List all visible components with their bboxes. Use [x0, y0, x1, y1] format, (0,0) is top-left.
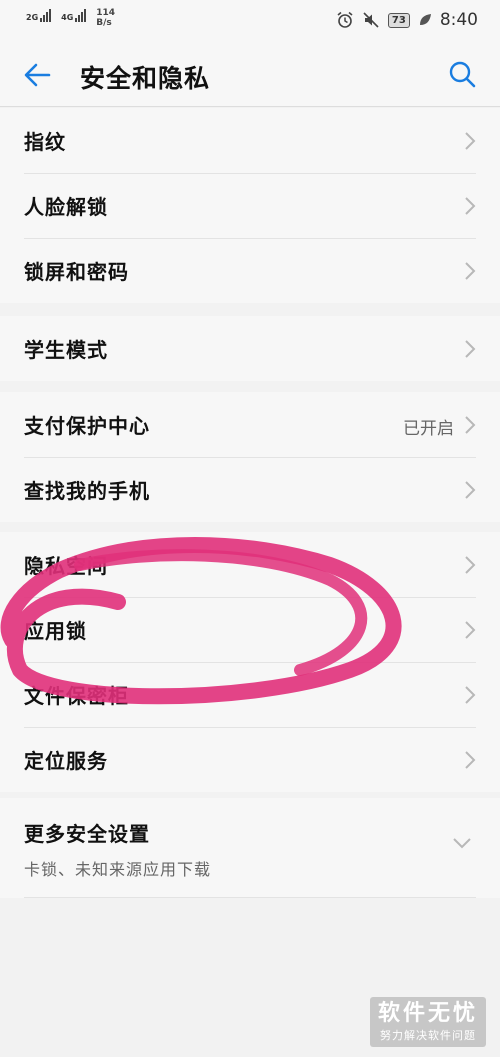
settings-item-payment-protection[interactable]: 支付保护中心 已开启 [0, 392, 500, 457]
clock: 8:40 [439, 10, 478, 30]
settings-item-face-unlock[interactable]: 人脸解锁 [0, 173, 500, 238]
chevron-right-icon [465, 481, 476, 499]
chevron-right-icon [465, 132, 476, 150]
battery-level: 73 [391, 14, 406, 26]
chevron-right-icon [465, 556, 476, 574]
group-payment-find: 支付保护中心 已开启 查找我的手机 [0, 392, 500, 522]
settings-item-label: 支付保护中心 [24, 414, 150, 438]
app-header: 安全和隐私 [0, 44, 500, 107]
group-privacy: 隐私空间 应用锁 文件保密柜 定位服务 [0, 532, 500, 792]
search-icon[interactable] [448, 60, 476, 88]
settings-item-label: 应用锁 [24, 619, 87, 643]
settings-item-label: 学生模式 [24, 338, 108, 362]
chevron-right-icon [465, 340, 476, 358]
chevron-right-icon [465, 751, 476, 769]
settings-item-lockscreen-password[interactable]: 锁屏和密码 [0, 238, 500, 303]
group-student: 学生模式 [0, 316, 500, 381]
battery-icon: 73 [387, 12, 410, 28]
status-value: 已开启 [403, 419, 454, 439]
page-title: 安全和隐私 [80, 64, 211, 93]
settings-item-student-mode[interactable]: 学生模式 [0, 316, 500, 381]
chevron-right-icon [465, 262, 476, 280]
network-speed-unit: B/s [96, 18, 112, 28]
network-speed-value: 114 [96, 8, 116, 18]
signal-bars-icon [75, 8, 87, 22]
signal-bars-icon [40, 8, 52, 22]
chevron-right-icon [465, 416, 476, 434]
settings-item-location-services[interactable]: 定位服务 [0, 727, 500, 792]
status-bar: 2G 4G 114 B/s 73 8:40 [0, 0, 500, 44]
settings-item-subtitle: 卡锁、未知来源应用下载 [24, 860, 212, 879]
group-more: 更多安全设置 卡锁、未知来源应用下载 [0, 798, 500, 898]
chevron-right-icon [465, 686, 476, 704]
back-arrow-icon[interactable] [22, 60, 52, 90]
settings-item-app-lock[interactable]: 应用锁 [0, 597, 500, 662]
settings-item-label: 更多安全设置 [24, 822, 150, 846]
chevron-down-icon [453, 838, 471, 849]
watermark-logo: 软件无忧 努力解决软件问题 [369, 997, 486, 1047]
settings-item-label: 查找我的手机 [24, 479, 150, 503]
signal-1: 2G [26, 8, 52, 22]
watermark-main: 软件无忧 [377, 1001, 478, 1026]
watermark-sub: 努力解决软件问题 [379, 1029, 476, 1042]
mute-icon [363, 12, 379, 28]
settings-item-private-space[interactable]: 隐私空间 [0, 532, 500, 597]
settings-item-label: 隐私空间 [24, 554, 108, 578]
signal-2: 4G [61, 8, 87, 22]
leaf-icon [419, 14, 431, 25]
settings-item-find-my-phone[interactable]: 查找我的手机 [0, 457, 500, 522]
settings-item-more-security[interactable]: 更多安全设置 卡锁、未知来源应用下载 [0, 798, 500, 898]
network-speed: 114 B/s [96, 8, 115, 28]
chevron-right-icon [465, 621, 476, 639]
signal-1-type: 2G [26, 13, 39, 22]
status-left: 2G 4G 114 B/s [26, 8, 115, 28]
status-right: 73 8:40 [336, 10, 478, 30]
settings-item-label: 文件保密柜 [24, 684, 129, 708]
settings-item-label: 指纹 [24, 130, 66, 154]
chevron-right-icon [465, 197, 476, 215]
alarm-icon [337, 11, 353, 28]
group-biometrics: 指纹 人脸解锁 锁屏和密码 [0, 108, 500, 303]
signal-2-type: 4G [61, 13, 74, 22]
settings-item-label: 人脸解锁 [24, 195, 108, 219]
settings-item-fingerprint[interactable]: 指纹 [0, 108, 500, 173]
settings-item-label: 锁屏和密码 [24, 260, 129, 284]
settings-item-label: 定位服务 [24, 749, 108, 773]
settings-item-file-safe[interactable]: 文件保密柜 [0, 662, 500, 727]
